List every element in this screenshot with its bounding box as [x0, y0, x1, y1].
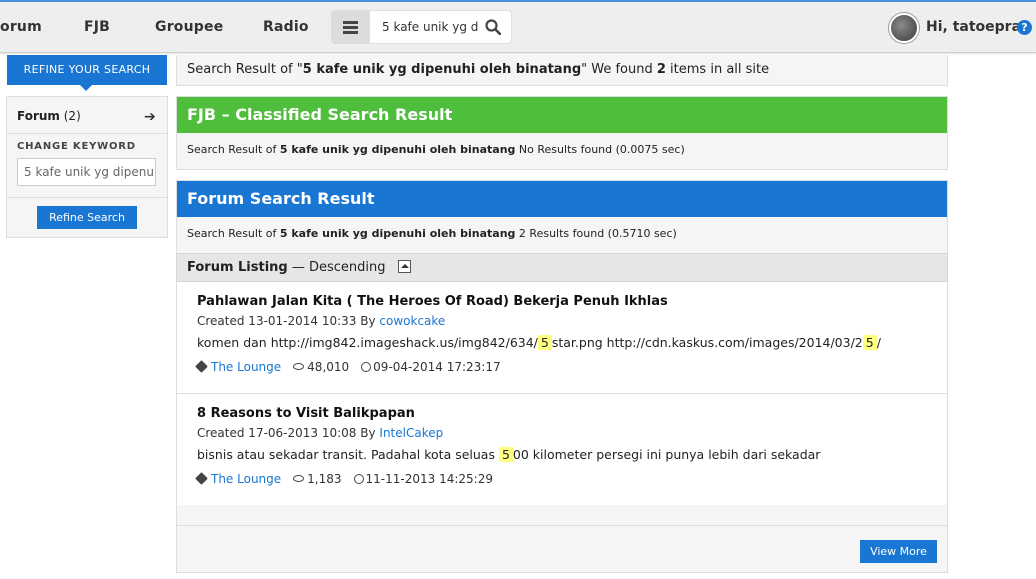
list-item: 8 Reasons to Visit Balikpapan Created 17… [176, 394, 948, 506]
arrow-right-icon[interactable]: ➔ [144, 109, 156, 125]
tag-icon [195, 472, 208, 485]
view-more-button[interactable]: View More [860, 540, 937, 563]
result-meta: Created 13-01-2014 10:33 By cowokcake [197, 314, 445, 328]
result-title[interactable]: Pahlawan Jalan Kita ( The Heroes Of Road… [197, 294, 668, 309]
result-views: 48,010 [307, 360, 350, 374]
result-author-link[interactable]: cowokcake [379, 314, 445, 328]
snippet-text: 00 kilometer persegi ini punya lebih dar… [512, 447, 821, 462]
forum-listing-header: Forum Listing — Descending [176, 253, 948, 282]
sidebar-item-forum[interactable]: Forum (2) [17, 109, 81, 123]
sort-toggle-icon[interactable] [397, 260, 411, 273]
result-snippet: komen dan http://img842.imageshack.us/im… [197, 335, 881, 350]
snippet-highlight: 5 [537, 335, 552, 350]
result-last-post: 11-11-2013 14:25:29 [365, 472, 493, 486]
result-meta: Created 17-06-2013 10:08 By IntelCakep [197, 426, 443, 440]
forum-results-panel: Forum Search Result Search Result of 5 k… [176, 180, 948, 254]
top-nav-bar: orum FJB Groupee Radio Hi, tatoepras ? [0, 0, 1036, 53]
avatar[interactable] [889, 13, 919, 43]
fjb-query: 5 kafe unik yg dipenuhi oleh binatang [279, 143, 516, 156]
forum-query: 5 kafe unik yg dipenuhi oleh binatang [279, 227, 516, 240]
result-author-link[interactable]: IntelCakep [379, 426, 443, 440]
search-box [369, 10, 512, 44]
help-icon[interactable]: ? [1017, 20, 1032, 35]
result-last-post: 09-04-2014 17:23:17 [373, 360, 501, 374]
snippet-highlight: 5 [498, 447, 513, 462]
forum-panel-status: Search Result of 5 kafe unik yg dipenuhi… [177, 217, 947, 250]
snippet-text: komen dan http://img842.imageshack.us/im… [197, 335, 538, 350]
fjb-panel-status: Search Result of 5 kafe unik yg dipenuhi… [177, 133, 947, 166]
hamburger-icon-bar [343, 26, 358, 29]
forum-sub-prefix: Search Result of [187, 227, 280, 240]
result-snippet: bisnis atau sekadar transit. Padahal kot… [197, 447, 820, 462]
user-greeting[interactable]: Hi, tatoepras [926, 19, 1029, 35]
divider [7, 133, 167, 134]
refine-sidebar: Forum (2) ➔ CHANGE KEYWORD Refine Search [6, 96, 168, 238]
summary-middle: " We found [581, 62, 657, 77]
change-keyword-label: CHANGE KEYWORD [17, 141, 136, 152]
list-item: Pahlawan Jalan Kita ( The Heroes Of Road… [176, 282, 948, 394]
result-title[interactable]: 8 Reasons to Visit Balikpapan [197, 406, 415, 421]
search-input[interactable] [370, 11, 478, 43]
results-footer: View More [176, 525, 948, 573]
divider [7, 197, 167, 198]
summary-count: 2 [656, 62, 666, 77]
eye-icon [293, 363, 305, 370]
nav-item-groupee[interactable]: Groupee [155, 19, 223, 35]
result-footer: The Lounge 48,010 09-04-2014 17:23:17 [195, 360, 501, 374]
summary-prefix: Search Result of " [187, 62, 303, 77]
eye-icon [293, 475, 305, 482]
refine-your-search-tab[interactable]: REFINE YOUR SEARCH [7, 55, 167, 91]
clock-icon [361, 362, 372, 372]
listing-label: Forum Listing [187, 260, 288, 275]
forum-panel-title: Forum Search Result [177, 181, 947, 217]
snippet-highlight: 5 [862, 335, 877, 350]
result-created: Created 17-06-2013 10:08 By [197, 426, 380, 440]
search-summary: Search Result of "5 kafe unik yg dipenuh… [176, 55, 948, 86]
sidebar-forum-count: (2) [63, 109, 81, 123]
keyword-input[interactable] [17, 158, 156, 186]
fjb-status: No Results found (0.0075 sec) [515, 143, 685, 156]
snippet-text: / [876, 335, 881, 350]
summary-suffix: items in all site [665, 62, 770, 77]
fjb-results-panel: FJB – Classified Search Result Search Re… [176, 96, 948, 170]
hamburger-menu-button[interactable] [331, 10, 369, 44]
snippet-text: bisnis atau sekadar transit. Padahal kot… [197, 447, 499, 462]
nav-item-forum[interactable]: orum [0, 19, 42, 35]
nav-item-fjb[interactable]: FJB [84, 19, 110, 35]
result-footer: The Lounge 1,183 11-11-2013 14:25:29 [195, 472, 493, 486]
search-icon[interactable] [485, 19, 501, 35]
summary-query: 5 kafe unik yg dipenuhi oleh binatang [302, 62, 582, 77]
fjb-panel-title: FJB – Classified Search Result [177, 97, 947, 133]
snippet-text: star.png http://cdn.kaskus.com/images/20… [551, 335, 863, 350]
hamburger-icon-bar [343, 31, 358, 34]
result-category-link[interactable]: The Lounge [211, 360, 281, 374]
refine-search-button[interactable]: Refine Search [37, 206, 137, 229]
tag-icon [195, 360, 208, 373]
result-category-link[interactable]: The Lounge [211, 472, 281, 486]
sidebar-forum-label: Forum [17, 109, 60, 123]
results-spacer [176, 505, 948, 525]
clock-icon [353, 474, 364, 484]
hamburger-icon [343, 21, 358, 24]
fjb-sub-prefix: Search Result of [187, 143, 280, 156]
forum-status: 2 Results found (0.5710 sec) [515, 227, 677, 240]
nav-item-radio[interactable]: Radio [263, 19, 309, 35]
result-views: 1,183 [307, 472, 342, 486]
listing-sort: — Descending [287, 260, 386, 275]
result-created: Created 13-01-2014 10:33 By [197, 314, 380, 328]
